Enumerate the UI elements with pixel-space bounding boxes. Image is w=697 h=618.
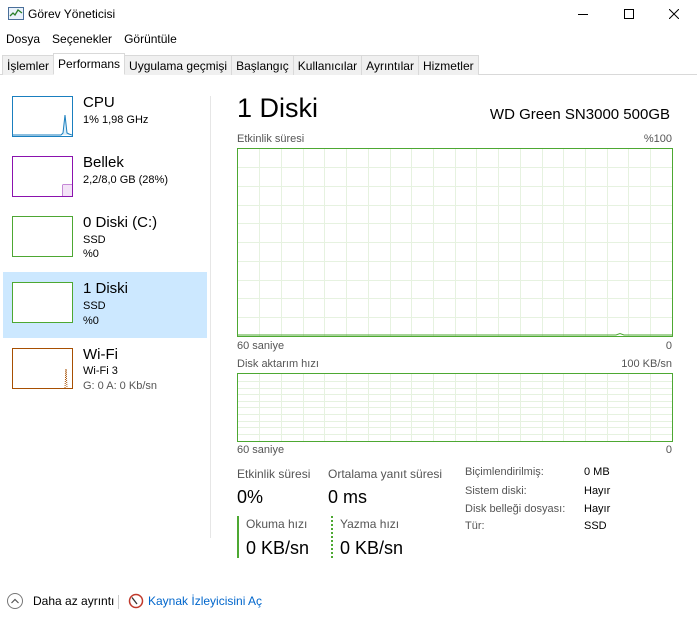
- sidebar-item-title: 0 Diski (C:): [83, 214, 158, 231]
- sidebar-item-wifi[interactable]: Wi-Fi Wi-Fi 3 G: 0 A: 0 Kb/sn: [3, 332, 207, 398]
- read-speed-label: Okuma hızı: [246, 517, 308, 531]
- sidebar-item-title: Bellek: [83, 154, 124, 171]
- active-time-stat-value: 0%: [237, 487, 264, 507]
- transfer-rate-chart: [237, 373, 673, 442]
- tab-bar: İşlemler Performans Uygulama geçmişi Baş…: [0, 53, 697, 75]
- type-value: SSD: [584, 520, 607, 532]
- write-speed-value: 0 KB/sn: [340, 538, 404, 558]
- system-disk-value: Hayır: [584, 485, 611, 497]
- minimize-button[interactable]: [560, 0, 606, 28]
- menu-view[interactable]: Görüntüle: [118, 29, 183, 49]
- page-title: 1 Diski: [237, 93, 319, 123]
- tab-services[interactable]: Hizmetler: [417, 55, 479, 75]
- performance-sidebar: CPU 1% 1,98 GHz Bellek 2,2/8,0 GB (28%) …: [0, 78, 212, 538]
- sidebar-item-detail: %0: [83, 248, 99, 260]
- tab-performance[interactable]: Performans: [53, 53, 126, 75]
- sidebar-item-detail: 1% 1,98 GHz: [83, 114, 149, 126]
- response-time-stat-value: 0 ms: [328, 487, 368, 507]
- system-disk-label: Sistem diski:: [465, 485, 527, 497]
- menu-bar: Dosya Seçenekler Görüntüle: [0, 29, 697, 49]
- sidebar-item-detail: SSD: [83, 300, 106, 312]
- tab-app-history[interactable]: Uygulama geçmişi: [124, 55, 233, 75]
- tab-processes[interactable]: İşlemler: [2, 55, 55, 75]
- active-time-stat-label: Etkinlik süresi: [237, 467, 311, 481]
- sidebar-item-detail: SSD: [83, 234, 106, 246]
- maximize-button[interactable]: [606, 0, 652, 28]
- chart-active-time-timespan: 60 saniye: [237, 340, 285, 352]
- chevron-up-icon: [7, 593, 23, 609]
- footer: Daha az ayrıntı Kaynak İzleyicisini Aç: [0, 588, 697, 618]
- active-time-chart: [237, 148, 673, 337]
- cpu-thumbnail-graph: [12, 96, 73, 137]
- chart-transfer-rate-min: 0: [665, 444, 672, 456]
- active-time-grid: [238, 149, 672, 336]
- chart-transfer-rate-label: Disk aktarım hızı: [237, 358, 319, 370]
- sidebar-item-disk-0[interactable]: 0 Diski (C:) SSD %0: [3, 198, 207, 264]
- chart-transfer-rate-max: 100 KB/sn: [621, 358, 672, 370]
- chart-active-time-max: %100: [643, 133, 672, 145]
- formatted-label: Biçimlendirilmiş:: [465, 466, 544, 478]
- write-speed-indicator: [331, 516, 333, 558]
- resource-monitor-icon: [128, 593, 144, 609]
- read-speed-value: 0 KB/sn: [246, 538, 310, 558]
- formatted-value: 0 MB: [584, 466, 610, 478]
- write-speed-label: Yazma hızı: [340, 517, 400, 531]
- chart-transfer-rate-timespan: 60 saniye: [237, 444, 285, 456]
- footer-separator: [118, 595, 119, 609]
- maximize-icon: [624, 9, 634, 19]
- response-time-stat-label: Ortalama yanıt süresi: [328, 467, 443, 481]
- wifi-thumbnail-graph: [12, 348, 73, 389]
- read-speed-indicator: [237, 516, 239, 558]
- chart-active-time-min: 0: [665, 340, 672, 352]
- sidebar-item-disk-1[interactable]: 1 Diski SSD %0: [3, 272, 207, 338]
- sidebar-item-memory[interactable]: Bellek 2,2/8,0 GB (28%): [3, 138, 207, 204]
- open-resource-monitor-label: Kaynak İzleyicisini Aç: [148, 594, 263, 608]
- fewer-details-button[interactable]: Daha az ayrıntı: [7, 593, 114, 609]
- tab-details[interactable]: Ayrıntılar: [361, 55, 419, 75]
- sidebar-item-title: CPU: [83, 94, 115, 111]
- page-file-label: Disk belleği dosyası:: [465, 503, 566, 515]
- menu-options[interactable]: Seçenekler: [46, 29, 118, 49]
- minimize-icon: [578, 14, 588, 15]
- disk-0-thumbnail-graph: [12, 216, 73, 257]
- sidebar-item-detail: G: 0 A: 0 Kb/sn: [83, 380, 157, 392]
- window-title: Görev Yöneticisi: [28, 7, 116, 21]
- page-file-value: Hayır: [584, 503, 611, 515]
- task-manager-icon: [8, 7, 24, 20]
- title-bar: Görev Yöneticisi: [0, 0, 697, 28]
- sidebar-item-title: 1 Diski: [83, 280, 129, 297]
- disk-1-thumbnail-graph: [12, 282, 73, 323]
- tab-startup[interactable]: Başlangıç: [231, 55, 294, 75]
- sidebar-divider: [210, 96, 211, 538]
- sidebar-item-detail: %0: [83, 315, 99, 327]
- sidebar-item-detail: 2,2/8,0 GB (28%): [83, 174, 168, 186]
- menu-file[interactable]: Dosya: [0, 29, 46, 49]
- sidebar-item-detail: Wi-Fi 3: [83, 365, 118, 377]
- type-label: Tür:: [465, 520, 485, 532]
- memory-thumbnail-graph: [12, 156, 73, 197]
- close-button[interactable]: [651, 0, 697, 28]
- chart-active-time-label: Etkinlik süresi: [237, 133, 305, 145]
- tab-users[interactable]: Kullanıcılar: [292, 55, 363, 75]
- close-icon: [669, 9, 679, 19]
- sidebar-item-cpu[interactable]: CPU 1% 1,98 GHz: [3, 78, 207, 144]
- sidebar-item-title: Wi-Fi: [83, 346, 118, 363]
- transfer-rate-grid: [238, 374, 672, 441]
- open-resource-monitor-link[interactable]: Kaynak İzleyicisini Aç: [128, 593, 262, 609]
- disk-model-name: WD Green SN3000 500GB: [489, 106, 670, 123]
- fewer-details-label: Daha az ayrıntı: [33, 594, 115, 608]
